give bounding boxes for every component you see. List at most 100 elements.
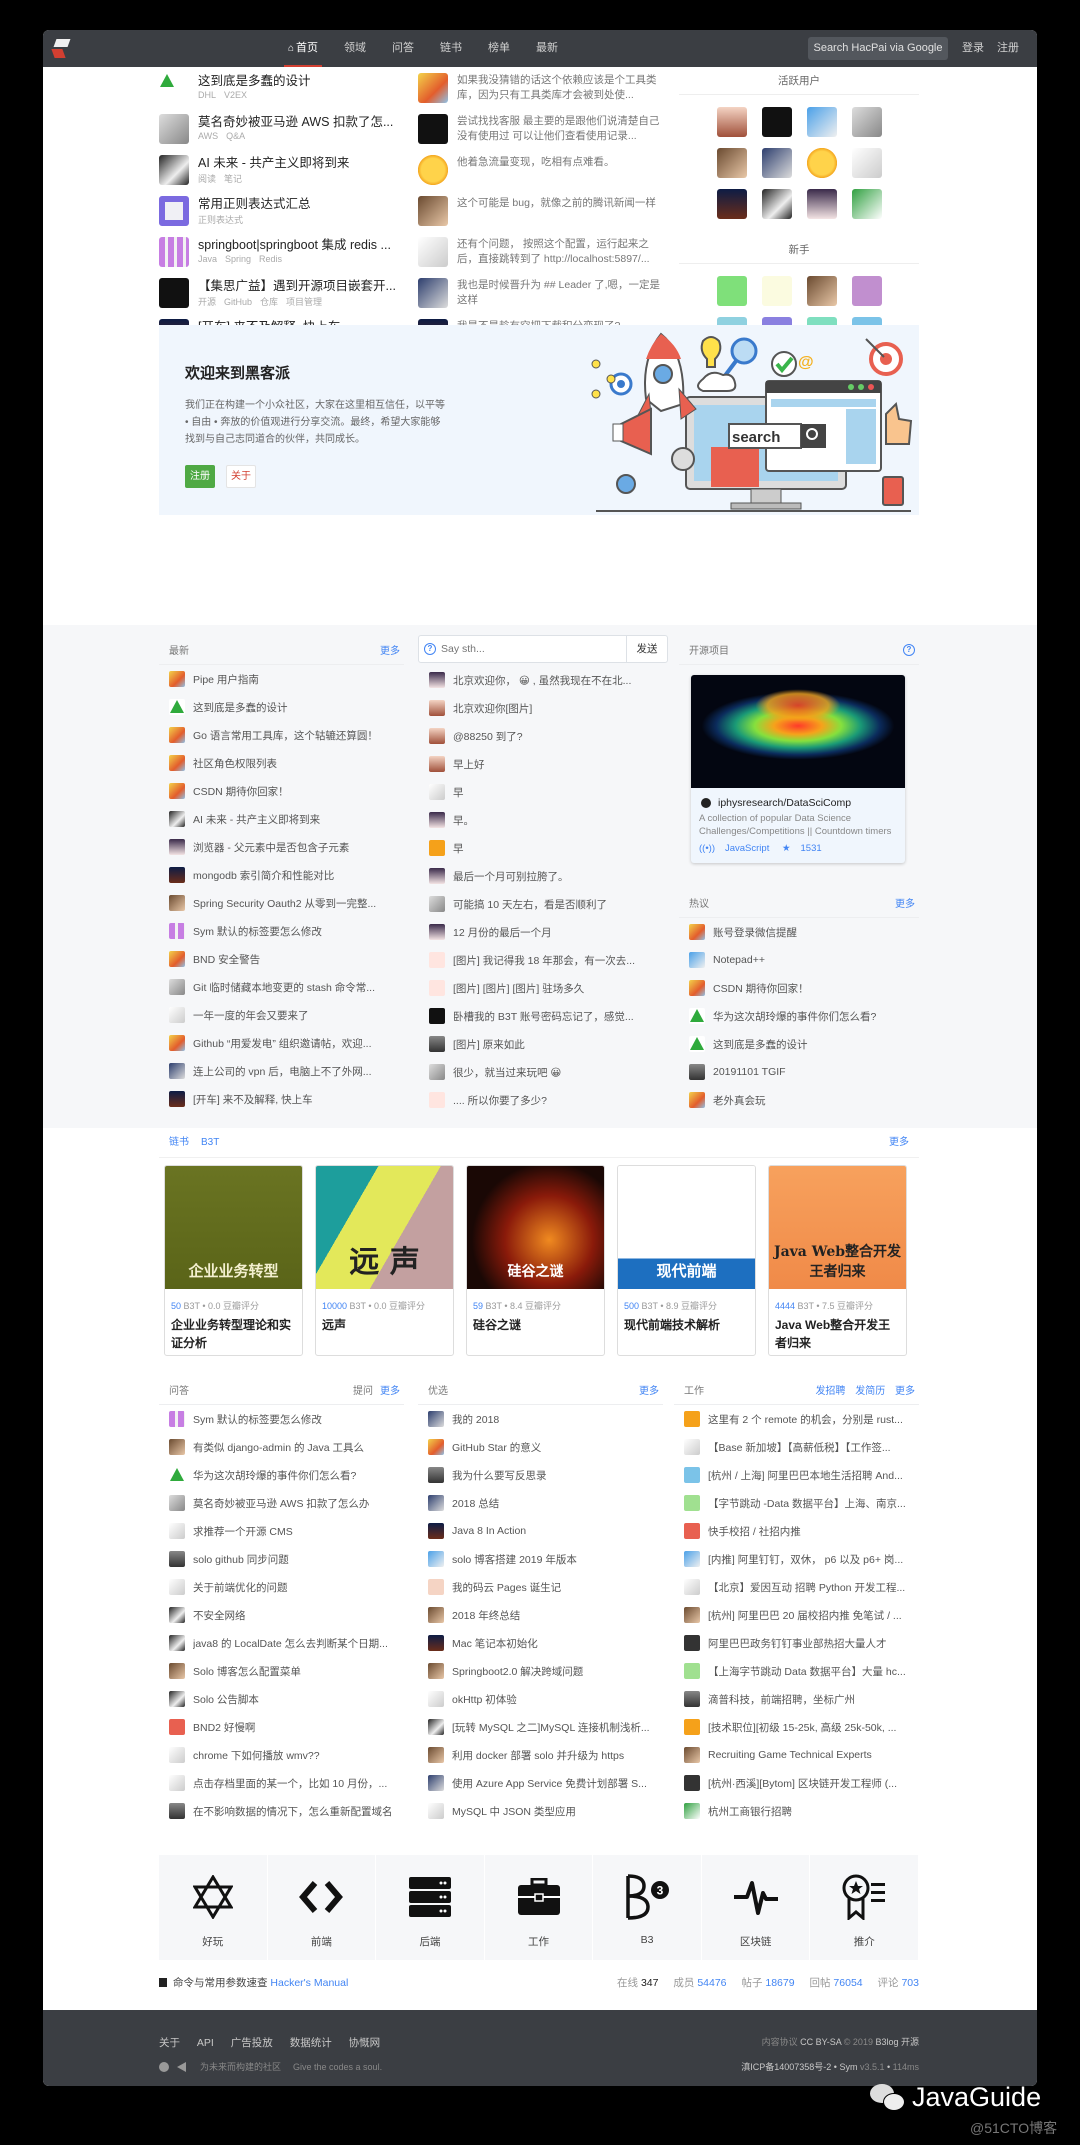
sym-link[interactable]: Sym: [839, 2062, 857, 2072]
nav-domains[interactable]: 领域: [344, 30, 366, 67]
book-card[interactable]: 企业业务转型 50 B3T • 0.0 豆瓣评分 企业业务转型理论和实证分析: [164, 1165, 303, 1356]
item-title[interactable]: 滴普科技，前端招聘，坐标广州: [708, 1692, 855, 1707]
item-title[interactable]: 【字节跳动 -Data 数据平台】上海、南京...: [708, 1496, 906, 1511]
user-avatar[interactable]: [761, 148, 792, 178]
latest-item[interactable]: 连上公司的 vpn 后，电脑上不了外网...: [159, 1057, 404, 1085]
comment-text[interactable]: 这个可能是 bug，就像之前的腾讯新闻一样: [457, 196, 662, 211]
avatar[interactable]: [684, 1579, 700, 1595]
comment-text[interactable]: 他着急流量变现，吃相有点难看。: [457, 155, 662, 170]
pick-item[interactable]: solo 博客搭建 2019 年版本: [418, 1545, 663, 1573]
github-icon[interactable]: [159, 2061, 169, 2072]
comment-item[interactable]: 这个可能是 bug，就像之前的腾讯新闻一样: [418, 196, 663, 237]
footer-about-link[interactable]: 关于: [159, 2037, 180, 2049]
article-item[interactable]: springboot|springboot 集成 redis ... Java Sp…: [159, 237, 404, 278]
item-title[interactable]: AI 未来 - 共产主义即将到来: [193, 812, 320, 827]
article-title[interactable]: 莫名奇妙被亚马逊 AWS 扣款了怎...: [198, 114, 398, 130]
avatar[interactable]: [169, 1775, 185, 1791]
pick-item[interactable]: 我的码云 Pages 诞生记: [418, 1573, 663, 1601]
avatar[interactable]: [428, 1579, 444, 1595]
job-item[interactable]: 滴普科技，前端招聘，坐标广州: [674, 1685, 919, 1713]
user-avatar[interactable]: [716, 189, 747, 219]
user-avatar[interactable]: [851, 107, 882, 137]
item-title[interactable]: [杭州·西溪][Bytom] 区块链开发工程师 (...: [708, 1776, 897, 1791]
latest-item[interactable]: 这到底是多蠢的设计: [159, 693, 404, 721]
avatar[interactable]: [429, 728, 445, 744]
avatar[interactable]: [684, 1495, 700, 1511]
avatar[interactable]: [429, 700, 445, 716]
avatar[interactable]: [169, 1063, 185, 1079]
item-title[interactable]: [杭州] 阿里巴巴 20 届校招内推 免笔试 / ...: [708, 1608, 902, 1623]
latest-item[interactable]: 浏览器 - 父元素中是否包含子元素: [159, 833, 404, 861]
avatar[interactable]: [684, 1691, 700, 1707]
book-title[interactable]: 硅谷之谜: [467, 1312, 604, 1334]
latest-item[interactable]: 社区角色权限列表: [159, 749, 404, 777]
item-title[interactable]: 这到底是多蠢的设计: [713, 1037, 808, 1052]
article-item[interactable]: 常用正则表达式汇总 正则表达式: [159, 196, 404, 237]
tag-link[interactable]: Redis: [259, 254, 282, 264]
avatar[interactable]: [169, 727, 185, 743]
qa-item[interactable]: BND2 好慢啊: [159, 1713, 404, 1741]
pick-item[interactable]: Java 8 In Action: [418, 1517, 663, 1545]
avatar[interactable]: [684, 1747, 700, 1763]
job-item[interactable]: 【Base 新加坡】【高薪低税】【工作签...: [674, 1433, 919, 1461]
pick-item[interactable]: 我的 2018: [418, 1405, 663, 1433]
item-title[interactable]: [图片] [图片] [图片] 驻场多久: [453, 981, 584, 996]
comment-item[interactable]: 尝试找找客服 最主要的是跟他们说清楚自己没有使用过 可以让他们查看使用记录...: [418, 114, 663, 155]
avatar[interactable]: [169, 671, 185, 687]
avatar[interactable]: [429, 868, 445, 884]
help-icon[interactable]: ?: [903, 643, 915, 656]
avatar[interactable]: [684, 1411, 700, 1427]
item-title[interactable]: GitHub Star 的意义: [452, 1440, 541, 1455]
user-avatar[interactable]: [761, 189, 792, 219]
item-title[interactable]: 【北京】爱因互动 招聘 Python 开发工程...: [708, 1580, 905, 1595]
item-title[interactable]: Git 临时储藏本地变更的 stash 命令常...: [193, 980, 375, 995]
avatar[interactable]: [169, 923, 185, 939]
item-title[interactable]: Solo 公告脚本: [193, 1692, 259, 1707]
qa-ask-link[interactable]: 提问: [353, 1386, 373, 1397]
chat-message[interactable]: 早上好: [418, 750, 668, 778]
item-title[interactable]: 利用 docker 部署 solo 并升级为 https: [452, 1748, 624, 1763]
avatar[interactable]: [169, 895, 185, 911]
nav-home[interactable]: ⌂ 首页: [283, 30, 323, 67]
search-google-button[interactable]: Search HacPai via Google: [808, 37, 948, 60]
avatar[interactable]: [684, 1803, 700, 1819]
avatar[interactable]: [169, 783, 185, 799]
user-avatar[interactable]: [806, 276, 837, 306]
help-icon[interactable]: ?: [424, 643, 436, 655]
qa-item[interactable]: 不安全网络: [159, 1601, 404, 1629]
item-title[interactable]: 点击存档里面的某一个，比如 10 月份，...: [193, 1776, 387, 1791]
item-title[interactable]: 12 月份的最后一个月: [453, 925, 552, 940]
book-cover[interactable]: 企业业务转型: [165, 1166, 302, 1289]
avatar[interactable]: [169, 1551, 185, 1567]
qa-item[interactable]: Solo 公告脚本: [159, 1685, 404, 1713]
job-item[interactable]: Recruiting Game Technical Experts: [674, 1741, 919, 1769]
nav-books[interactable]: 链书: [440, 30, 462, 67]
item-title[interactable]: MySQL 中 JSON 类型应用: [452, 1804, 576, 1819]
latest-item[interactable]: Github “用爱发电” 组织邀请帖，欢迎...: [159, 1029, 404, 1057]
avatar[interactable]: [429, 896, 445, 912]
avatar[interactable]: [684, 1635, 700, 1651]
avatar[interactable]: [689, 924, 705, 940]
user-avatar[interactable]: [806, 148, 837, 178]
chat-message[interactable]: 北京欢迎你， 😀 , 虽然我现在不在北...: [418, 666, 668, 694]
pick-item[interactable]: okHttp 初体验: [418, 1685, 663, 1713]
qa-item[interactable]: chrome 下如何播放 wmv??: [159, 1741, 404, 1769]
item-title[interactable]: 华为这次胡玲爆的事件你们怎么看?: [193, 1468, 356, 1483]
commenter-avatar[interactable]: [418, 237, 448, 267]
avatar[interactable]: [429, 784, 445, 800]
avatar[interactable]: [689, 1008, 705, 1024]
item-title[interactable]: [杭州 / 上海] 阿里巴巴本地生活招聘 And...: [708, 1468, 903, 1483]
user-avatar[interactable]: [716, 148, 747, 178]
avatar[interactable]: [429, 672, 445, 688]
job-item[interactable]: [杭州] 阿里巴巴 20 届校招内推 免笔试 / ...: [674, 1601, 919, 1629]
chat-message[interactable]: 早: [418, 778, 668, 806]
pick-item[interactable]: [玩转 MySQL 之二]MySQL 连接机制浅析...: [418, 1713, 663, 1741]
books-tab-link[interactable]: 链书: [169, 1137, 189, 1148]
avatar[interactable]: [429, 756, 445, 772]
item-title[interactable]: 我的码云 Pages 诞生记: [452, 1580, 561, 1595]
item-title[interactable]: 这到底是多蠢的设计: [193, 700, 288, 715]
item-title[interactable]: 浏览器 - 父元素中是否包含子元素: [193, 840, 349, 855]
b3log-link[interactable]: B3log 开源: [875, 2037, 919, 2047]
item-title[interactable]: Sym 默认的标签要怎么修改: [193, 924, 322, 939]
chat-message[interactable]: @88250 到了?: [418, 722, 668, 750]
